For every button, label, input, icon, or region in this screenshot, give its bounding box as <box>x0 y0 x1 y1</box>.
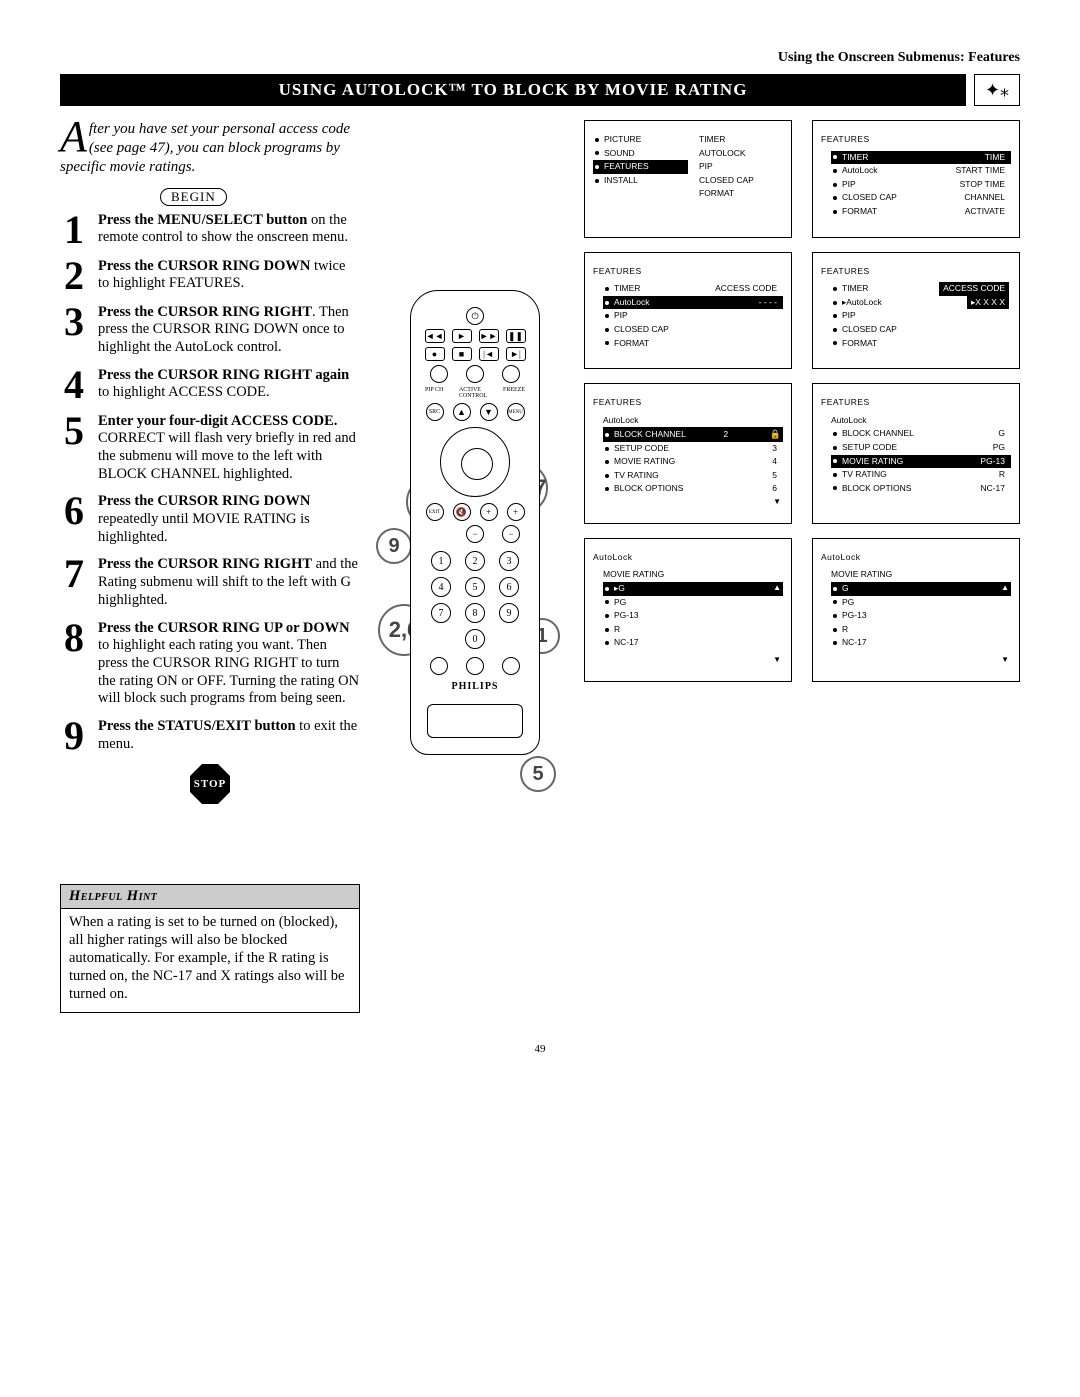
menu-screens: PICTURESOUNDFEATURESINSTALLTIMERAUTOLOCK… <box>584 120 1020 1013</box>
numpad-9[interactable]: 9 <box>499 603 519 623</box>
dropcap: A <box>60 120 87 154</box>
step-text: Press the STATUS/EXIT button to exit the… <box>98 718 360 754</box>
osd-screen: FEATURESTIMERACCESS CODEAutoLock- - - -P… <box>584 252 792 370</box>
numpad-4[interactable]: 4 <box>431 577 451 597</box>
transport-next[interactable]: ►| <box>506 347 526 361</box>
step-text: Press the CURSOR RING RIGHT and the Rati… <box>98 556 360 609</box>
step-text: Press the CURSOR RING DOWN repeatedly un… <box>98 493 360 546</box>
transport-prev[interactable]: |◄ <box>479 347 499 361</box>
step-text: Press the MENU/SELECT button on the remo… <box>98 212 360 248</box>
stop-icon: STOP <box>190 764 230 804</box>
osd-screen: FEATURESTIMERTIMEAutoLockSTART TIMEPIPST… <box>812 120 1020 238</box>
numpad-0[interactable]: 0 <box>465 629 485 649</box>
intro-paragraph: After you have set your personal access … <box>60 120 360 178</box>
page-number: 49 <box>60 1043 1020 1055</box>
callout-5: 5 <box>520 756 556 792</box>
step-number: 2 <box>60 258 88 294</box>
numpad-1[interactable]: 1 <box>431 551 451 571</box>
numpad-2[interactable]: 2 <box>465 551 485 571</box>
status-exit-button[interactable]: EXIT <box>426 503 444 521</box>
helpful-hint-box: Helpful Hint When a rating is set to be … <box>60 884 360 1013</box>
step-number: 9 <box>60 718 88 754</box>
brand-label: PHILIPS <box>421 681 529 692</box>
source-button[interactable]: SRC <box>426 403 444 421</box>
step-text: Press the CURSOR RING RIGHT. Then press … <box>98 304 360 357</box>
acc-button[interactable] <box>502 365 520 383</box>
step-number: 6 <box>60 493 88 546</box>
title-bar: USING AUTOLOCK™ TO BLOCK BY MOVIE RATING… <box>60 74 1020 106</box>
transport-stop[interactable]: ■ <box>452 347 472 361</box>
title-icon: ✦⁎ <box>974 74 1020 106</box>
power-button[interactable]: ⏻ <box>466 307 484 325</box>
dvd-button[interactable] <box>466 365 484 383</box>
vol-down[interactable]: − <box>466 525 484 543</box>
step-text: Enter your four-digit ACCESS CODE. CORRE… <box>98 413 360 484</box>
menu-select-button[interactable]: MENU <box>507 403 525 421</box>
mute-button[interactable]: 🔇 <box>453 503 471 521</box>
vol-up[interactable]: + <box>480 503 498 521</box>
osd-screen: FEATURESAutoLockBLOCK CHANNELGSETUP CODE… <box>812 383 1020 524</box>
remote-door <box>427 704 523 738</box>
hint-body: When a rating is set to be turned on (bl… <box>61 909 359 1012</box>
osd-screen: FEATURESTIMERACCESS CODE▸AutoLock▸X X X … <box>812 252 1020 370</box>
intro-text: fter you have set your personal access c… <box>60 121 350 175</box>
step: 6 Press the CURSOR RING DOWN repeatedly … <box>60 493 360 546</box>
numpad-3[interactable]: 3 <box>499 551 519 571</box>
transport-pause[interactable]: ❚❚ <box>506 329 526 343</box>
hint-title: Helpful Hint <box>61 885 359 909</box>
step-text: Press the CURSOR RING RIGHT again to hig… <box>98 367 360 403</box>
step: 1 Press the MENU/SELECT button on the re… <box>60 212 360 248</box>
transport-play[interactable]: ► <box>452 329 472 343</box>
step: 9 Press the STATUS/EXIT button to exit t… <box>60 718 360 754</box>
step-number: 8 <box>60 620 88 708</box>
page-title: USING AUTOLOCK™ TO BLOCK BY MOVIE RATING <box>60 74 966 106</box>
step-number: 7 <box>60 556 88 609</box>
cursor-ring[interactable] <box>440 427 510 497</box>
remote-control: ⏻ ◄◄ ► ►► ❚❚ ● ■ |◄ ►| <box>410 290 540 755</box>
section-header: Using the Onscreen Submenus: Features <box>60 50 1020 66</box>
stop-badge-wrap: STOP <box>60 764 360 804</box>
transport-rewind[interactable]: ◄◄ <box>425 329 445 343</box>
position-button[interactable] <box>430 657 448 675</box>
begin-badge: BEGIN <box>160 188 227 206</box>
callout-9: 9 <box>376 528 412 564</box>
step: 4 Press the CURSOR RING RIGHT again to h… <box>60 367 360 403</box>
step: 5 Enter your four-digit ACCESS CODE. COR… <box>60 413 360 484</box>
step: 3 Press the CURSOR RING RIGHT. Then pres… <box>60 304 360 357</box>
step-text: Press the CURSOR RING UP or DOWN to high… <box>98 620 360 708</box>
pip-button[interactable] <box>466 657 484 675</box>
vcr-button[interactable] <box>430 365 448 383</box>
step: 2 Press the CURSOR RING DOWN twice to hi… <box>60 258 360 294</box>
numpad-8[interactable]: 8 <box>465 603 485 623</box>
transport-ff[interactable]: ►► <box>479 329 499 343</box>
step: 7 Press the CURSOR RING RIGHT and the Ra… <box>60 556 360 609</box>
step-number: 3 <box>60 304 88 357</box>
osd-screen: PICTURESOUNDFEATURESINSTALLTIMERAUTOLOCK… <box>584 120 792 238</box>
step: 8 Press the CURSOR RING UP or DOWN to hi… <box>60 620 360 708</box>
pip-down[interactable]: ▼ <box>480 403 498 421</box>
numpad-6[interactable]: 6 <box>499 577 519 597</box>
numpad-7[interactable]: 7 <box>431 603 451 623</box>
remote-column: 983,4,72,615 ⏻ ◄◄ ► ►► ❚❚ ● ■ |◄ ►| <box>380 120 570 1013</box>
pip-up[interactable]: ▲ <box>453 403 471 421</box>
swap-button[interactable] <box>502 657 520 675</box>
osd-screen: AutoLockMOVIE RATING▸G▲PGPG-13RNC-17▼ <box>584 538 792 682</box>
ch-up[interactable]: + <box>507 503 525 521</box>
step-number: 4 <box>60 367 88 403</box>
ch-down[interactable]: − <box>502 525 520 543</box>
step-number: 5 <box>60 413 88 484</box>
transport-record[interactable]: ● <box>425 347 445 361</box>
step-number: 1 <box>60 212 88 248</box>
step-text: Press the CURSOR RING DOWN twice to high… <box>98 258 360 294</box>
numpad-5[interactable]: 5 <box>465 577 485 597</box>
osd-screen: FEATURESAutoLockBLOCK CHANNEL2🔒SETUP COD… <box>584 383 792 524</box>
osd-screen: AutoLockMOVIE RATINGG▲PGPG-13RNC-17▼ <box>812 538 1020 682</box>
